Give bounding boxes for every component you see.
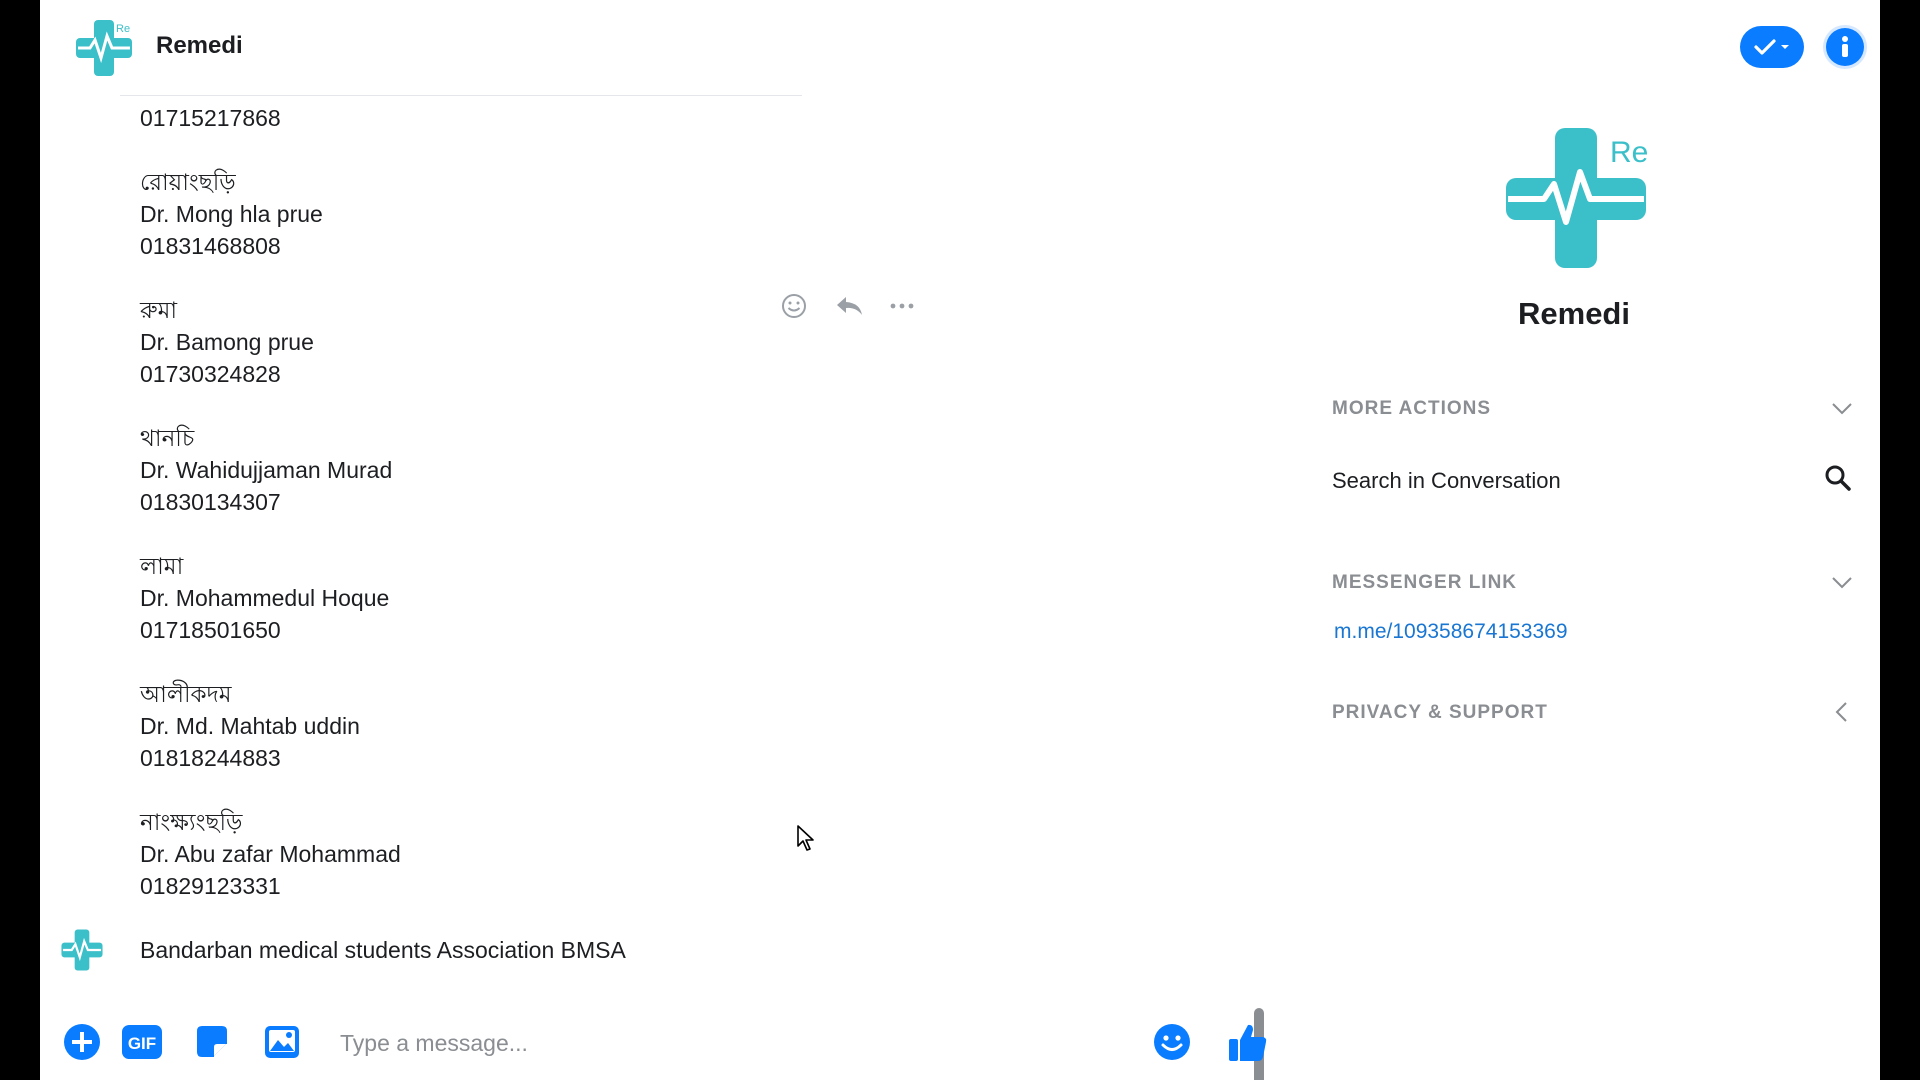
delivery-status-button[interactable] (1740, 26, 1804, 68)
thumbs-up-icon (1229, 1024, 1267, 1061)
mouse-cursor-icon (797, 825, 814, 851)
message-line: 01715217868 (140, 105, 281, 131)
search-icon[interactable] (1824, 464, 1852, 492)
message-line: রুমা (140, 297, 178, 323)
reply-button[interactable] (834, 292, 864, 325)
messenger-link[interactable]: m.me/109358674153369 (1334, 620, 1568, 644)
image-icon (265, 1026, 299, 1058)
message-list: 01715217868 রোয়াংছড়ি Dr. Mong hla prue… (40, 96, 1280, 1080)
message-line: Dr. Abu zafar Mohammad (140, 841, 401, 867)
search-in-conversation[interactable]: Search in Conversation (1332, 468, 1561, 494)
message-line: 01730324828 (140, 361, 281, 387)
message-hover-actions (780, 292, 940, 332)
chevron-down-icon (1781, 45, 1789, 49)
gif-icon: GIF (122, 1025, 162, 1059)
message-line: নাংক্ষ্যংছড়ি (140, 809, 243, 835)
sticker-icon (197, 1026, 227, 1057)
message-line: আলীকদম (140, 681, 232, 707)
message-input[interactable] (340, 1026, 840, 1060)
info-icon (1842, 36, 1848, 57)
conversation-info-panel: Re Remedi MORE ACTIONS Search in Convers… (1280, 96, 1880, 1080)
message-line: রোয়াংছড়ি (140, 169, 236, 195)
message-line: 01718501650 (140, 617, 281, 643)
message-composer: GIF (40, 1012, 1280, 1080)
more-options-button[interactable] (888, 292, 916, 325)
svg-text:Re: Re (116, 23, 130, 35)
smiley-icon (782, 294, 806, 318)
message-line: লামা (140, 553, 184, 579)
like-button[interactable] (1226, 1020, 1270, 1064)
message-line: 01831468808 (140, 233, 281, 259)
message-line: Dr. Wahidujjaman Murad (140, 457, 393, 483)
svg-text:GIF: GIF (128, 1034, 156, 1053)
svg-text:Re: Re (1610, 136, 1648, 169)
react-button[interactable] (780, 292, 808, 325)
profile-name: Remedi (1518, 296, 1630, 331)
sender-avatar-icon[interactable] (60, 928, 104, 972)
last-message: Bandarban medical students Association B… (140, 937, 626, 963)
message-line: Dr. Mong hla prue (140, 201, 323, 227)
message-line: থানচি (140, 425, 195, 451)
emoji-icon (1154, 1024, 1190, 1060)
plus-circle-icon (64, 1024, 100, 1060)
message-line: Dr. Bamong prue (140, 329, 314, 355)
message-line: 01830134307 (140, 489, 281, 515)
photo-button[interactable] (260, 1020, 304, 1064)
chevron-down-icon[interactable] (1830, 570, 1854, 594)
privacy-support-header[interactable]: PRIVACY & SUPPORT (1332, 702, 1548, 724)
checkmark-icon (1754, 39, 1776, 55)
message-line: Dr. Mohammedul Hoque (140, 585, 390, 611)
info-button[interactable] (1826, 28, 1864, 66)
message-line: 01818244883 (140, 745, 281, 771)
remedi-profile-logo-icon: Re (1506, 128, 1648, 268)
more-actions-header[interactable]: MORE ACTIONS (1332, 398, 1491, 420)
emoji-button[interactable] (1150, 1020, 1194, 1064)
sticker-button[interactable] (190, 1020, 234, 1064)
messenger-window: Re Remedi 01715217868 রোয়াংছড়ি Dr. Mon… (40, 0, 1880, 1080)
gif-button[interactable]: GIF (120, 1020, 164, 1064)
conversation-title[interactable]: Remedi (156, 32, 243, 60)
messenger-link-header[interactable]: MESSENGER LINK (1332, 572, 1517, 594)
chevron-down-icon[interactable] (1830, 396, 1854, 420)
conversation-header: Re Remedi (40, 0, 1880, 96)
message-line: 01829123331 (140, 873, 281, 899)
add-attachment-button[interactable] (60, 1020, 104, 1064)
chevron-left-icon[interactable] (1830, 700, 1854, 724)
message-line: Dr. Md. Mahtab uddin (140, 713, 360, 739)
remedi-logo-icon[interactable]: Re (74, 18, 134, 78)
reply-arrow-icon (837, 297, 862, 315)
ellipsis-icon (890, 303, 914, 309)
